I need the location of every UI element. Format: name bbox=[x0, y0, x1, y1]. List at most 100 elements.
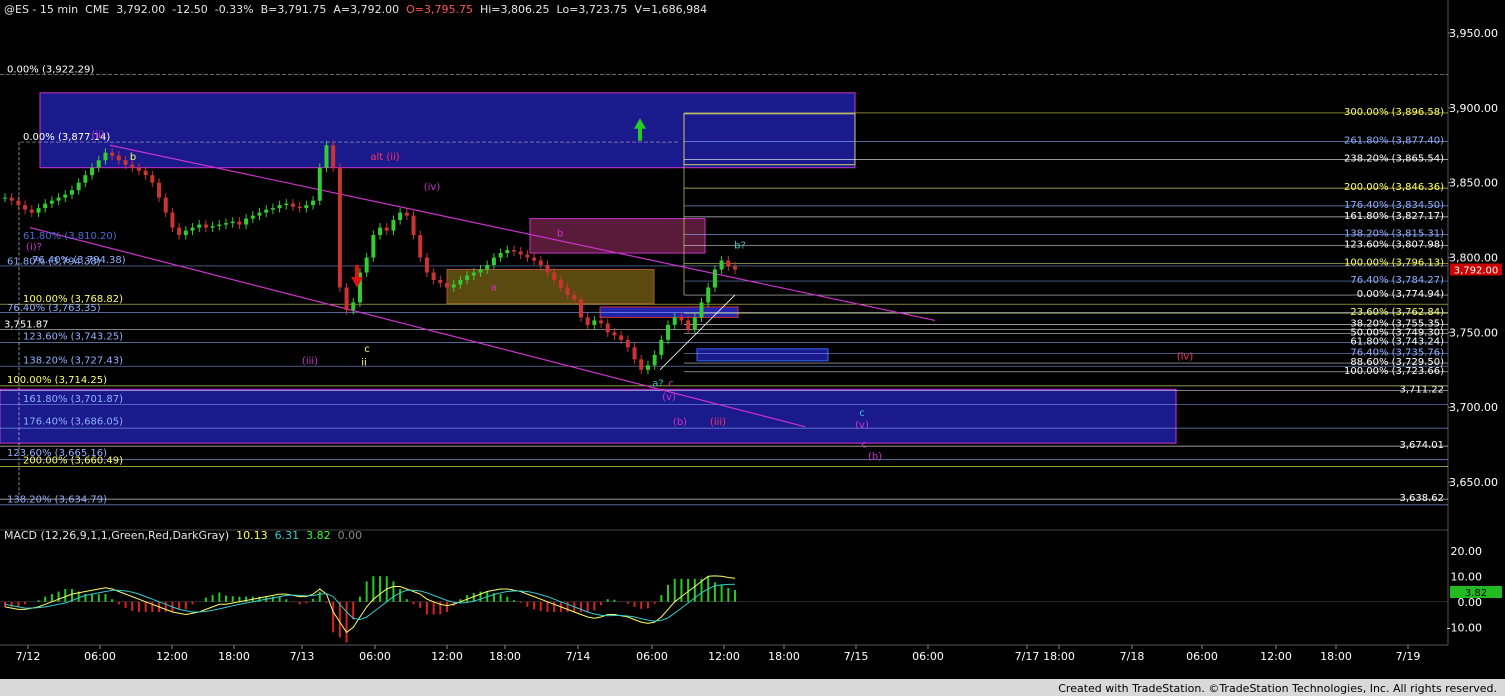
macd-tick-label-3: -10.00 bbox=[1447, 621, 1482, 634]
wave-label-10: (iii) bbox=[302, 356, 318, 367]
candle-body-71 bbox=[478, 269, 483, 273]
candle-body-85 bbox=[572, 294, 577, 300]
candle-body-35 bbox=[237, 221, 242, 225]
candle-body-72 bbox=[485, 265, 490, 270]
zone-small-2 bbox=[696, 348, 829, 362]
wave-label-18: c bbox=[861, 440, 867, 451]
candle-body-69 bbox=[465, 275, 470, 280]
fib-label-left-4: 61.80% (3,794.38) bbox=[7, 257, 101, 268]
time-tick-label-4: 7/13 bbox=[290, 650, 315, 663]
time-tick-label-2: 12:00 bbox=[156, 650, 188, 663]
candle-body-48 bbox=[324, 145, 329, 168]
fib-label-right-2: 238.20% (3,865.54) bbox=[1344, 153, 1444, 164]
time-tick-label-18: 12:00 bbox=[1260, 650, 1292, 663]
candle-body-79 bbox=[532, 257, 537, 261]
time-tick-label-15: 18:00 bbox=[1043, 650, 1075, 663]
macd-zero-value: 0.00 bbox=[337, 529, 363, 542]
candle-body-32 bbox=[217, 224, 222, 227]
candle-body-67 bbox=[451, 284, 456, 288]
candle-body-88 bbox=[592, 320, 597, 325]
candle-body-27 bbox=[183, 230, 188, 236]
candle-body-75 bbox=[505, 250, 510, 254]
candle-body-107 bbox=[719, 260, 724, 270]
candle-body-106 bbox=[712, 269, 717, 288]
fib-label-left-11: 161.80% (3,701.87) bbox=[23, 394, 123, 405]
candle-body-3 bbox=[23, 205, 28, 210]
time-tick-label-1: 06:00 bbox=[84, 650, 116, 663]
fib-label-right-5: 161.80% (3,827.17) bbox=[1344, 211, 1444, 222]
candle-body-40 bbox=[270, 208, 275, 210]
fib-label-left-0: 0.00% (3,922.29) bbox=[7, 64, 94, 75]
wave-label-9: ii bbox=[361, 357, 367, 368]
wave-label-8: c bbox=[364, 344, 370, 355]
candle-body-4 bbox=[29, 209, 34, 213]
candle-body-15 bbox=[103, 152, 108, 161]
candle-body-89 bbox=[599, 320, 604, 324]
fib-label-right-0: 300.00% (3,896.58) bbox=[1344, 107, 1444, 118]
candle-body-14 bbox=[96, 160, 101, 168]
candle-body-12 bbox=[83, 175, 88, 183]
fib-label-right-9: 76.40% (3,784.27) bbox=[1350, 275, 1444, 286]
fib-label-right-14: 61.80% (3,743.24) bbox=[1350, 337, 1444, 348]
chart-header: @ES - 15 min CME 3,792.00 -12.50 -0.33% … bbox=[4, 3, 707, 16]
price-chart[interactable]: 0.00% (3,922.29)0.00% (3,877.14)61.80% (… bbox=[0, 0, 1505, 679]
candle-body-38 bbox=[257, 212, 262, 216]
net-change: -12.50 bbox=[172, 3, 208, 16]
fib-label-left-9: 138.20% (3,727.43) bbox=[23, 355, 123, 366]
wave-label-5: b bbox=[557, 229, 563, 240]
macd-label: MACD (12,26,9,1,1,Green,Red,DarkGray) bbox=[4, 529, 230, 542]
candle-body-57 bbox=[384, 227, 389, 231]
wave-label-2: alt (ii) bbox=[370, 152, 399, 163]
fib-label-right-1: 261.80% (3,877.40) bbox=[1344, 136, 1444, 147]
candle-body-100 bbox=[672, 317, 677, 325]
time-tick-label-5: 06:00 bbox=[359, 650, 391, 663]
price-tick-label-4: 3,750.00 bbox=[1449, 326, 1498, 339]
candle-body-46 bbox=[311, 200, 316, 206]
price-tick-label-3: 3,800.00 bbox=[1449, 252, 1498, 265]
wave-label-0: (ii) bbox=[91, 130, 104, 141]
price-tick-label-1: 3,900.00 bbox=[1449, 102, 1498, 115]
candle-body-1 bbox=[9, 197, 14, 201]
fib-label-right-4: 176.40% (3,834.50) bbox=[1344, 200, 1444, 211]
candle-body-47 bbox=[317, 167, 322, 201]
candle-body-13 bbox=[90, 167, 95, 176]
time-tick-label-17: 06:00 bbox=[1186, 650, 1218, 663]
candle-body-90 bbox=[605, 323, 610, 333]
macd-header: MACD (12,26,9,1,1,Green,Red,DarkGray) 10… bbox=[4, 529, 362, 542]
wave-label-7: a bbox=[491, 282, 497, 293]
candle-body-94 bbox=[632, 347, 637, 360]
candle-body-17 bbox=[116, 155, 121, 161]
candle-body-91 bbox=[612, 332, 617, 336]
macd-value: 10.13 bbox=[236, 529, 268, 542]
candle-body-23 bbox=[157, 182, 162, 198]
candle-body-81 bbox=[545, 265, 550, 273]
time-tick-label-6: 12:00 bbox=[431, 650, 463, 663]
fib-label-left-7: 3,751.87 bbox=[4, 319, 49, 330]
time-tick-label-8: 7/14 bbox=[566, 650, 591, 663]
fib-label-left-6: 76.40% (3,763.35) bbox=[7, 303, 101, 314]
candle-body-103 bbox=[692, 317, 697, 330]
fib-label-left-10: 100.00% (3,714.25) bbox=[7, 375, 107, 386]
candle-body-20 bbox=[136, 167, 141, 171]
symbol-label: @ES - 15 min bbox=[4, 3, 79, 16]
candle-body-50 bbox=[337, 167, 342, 288]
candle-body-62 bbox=[418, 235, 423, 258]
candle-body-39 bbox=[264, 209, 269, 213]
candle-body-61 bbox=[411, 215, 416, 236]
zone-right bbox=[683, 113, 856, 166]
candle-body-43 bbox=[290, 203, 295, 207]
candle-body-49 bbox=[331, 145, 336, 168]
wave-label-6: b? bbox=[734, 241, 746, 252]
candle-body-73 bbox=[491, 257, 496, 266]
time-tick-label-7: 18:00 bbox=[489, 650, 521, 663]
fib-label-right-3: 200.00% (3,846.36) bbox=[1344, 182, 1444, 193]
time-tick-label-14: 7/17 bbox=[1015, 650, 1040, 663]
candle-body-56 bbox=[378, 227, 383, 236]
wave-label-13: (v) bbox=[662, 392, 676, 403]
candle-body-6 bbox=[43, 203, 48, 209]
candle-body-96 bbox=[645, 365, 650, 370]
candle-body-24 bbox=[163, 197, 168, 213]
candle-body-102 bbox=[686, 320, 691, 330]
candle-body-66 bbox=[445, 282, 450, 288]
wave-label-11: a? bbox=[652, 378, 663, 389]
